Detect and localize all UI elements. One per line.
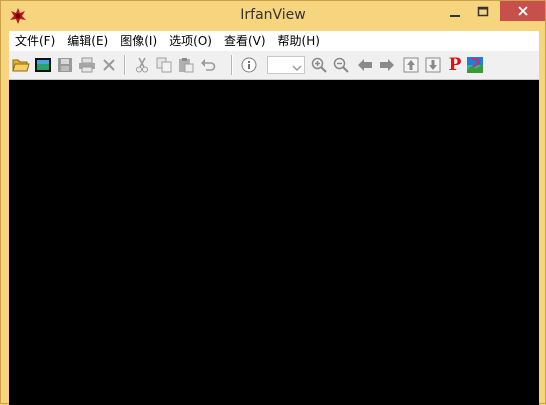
chevron-down-icon <box>292 59 302 72</box>
toolbar: P <box>9 51 539 80</box>
toolbar-separator <box>124 55 126 75</box>
cut-icon[interactable] <box>133 56 151 74</box>
image-viewport[interactable] <box>9 80 539 405</box>
info-icon[interactable] <box>240 56 258 74</box>
paint-icon[interactable]: P <box>446 55 464 75</box>
delete-icon[interactable] <box>100 56 118 74</box>
zoom-in-icon[interactable] <box>310 56 328 74</box>
menu-view[interactable]: 查看(V) <box>218 31 272 51</box>
zoom-combo[interactable] <box>267 56 305 74</box>
close-button[interactable] <box>500 1 545 21</box>
first-icon[interactable] <box>402 56 420 74</box>
paste-icon[interactable] <box>177 56 195 74</box>
close-icon <box>517 6 528 16</box>
previous-icon[interactable] <box>356 56 374 74</box>
open-folder-icon[interactable] <box>12 56 30 74</box>
menu-options[interactable]: 选项(O) <box>163 31 218 51</box>
save-icon[interactable] <box>56 56 74 74</box>
minimize-button[interactable] <box>441 1 469 23</box>
thumbnails-icon[interactable] <box>466 56 484 74</box>
menu-file[interactable]: 文件(F) <box>9 31 61 51</box>
minimize-icon <box>450 15 460 17</box>
menu-bar: 文件(F) 编辑(E) 图像(I) 选项(O) 查看(V) 帮助(H) <box>9 31 539 51</box>
slideshow-icon[interactable] <box>34 56 52 74</box>
maximize-icon <box>477 6 489 17</box>
copy-icon[interactable] <box>155 56 173 74</box>
next-icon[interactable] <box>378 56 396 74</box>
toolbar-separator <box>231 55 233 75</box>
zoom-out-icon[interactable] <box>332 56 350 74</box>
menu-edit[interactable]: 编辑(E) <box>61 31 114 51</box>
undo-icon[interactable] <box>199 56 217 74</box>
last-icon[interactable] <box>424 56 442 74</box>
title-bar[interactable]: IrfanView <box>1 1 545 31</box>
menu-image[interactable]: 图像(I) <box>114 31 163 51</box>
irfanview-window: IrfanView 文件(F) 编辑(E) 图像(I) 选项(O) 查看(V) … <box>0 0 546 405</box>
print-icon[interactable] <box>78 56 96 74</box>
maximize-button[interactable] <box>469 1 497 23</box>
menu-help[interactable]: 帮助(H) <box>272 31 326 51</box>
